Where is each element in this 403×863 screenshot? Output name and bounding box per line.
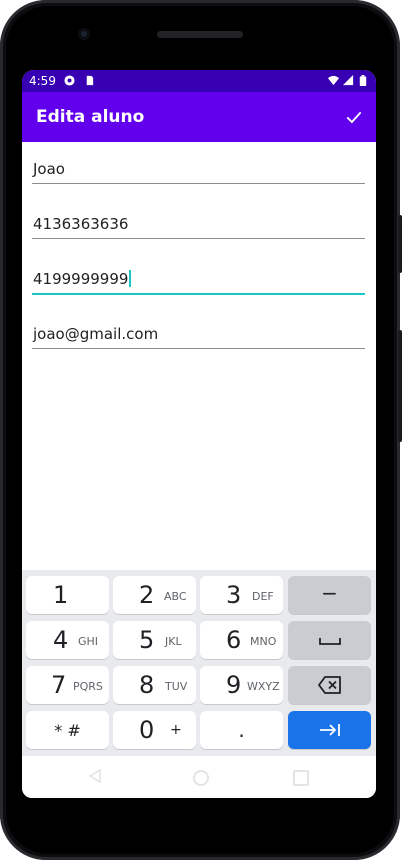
next-arrow-icon <box>320 724 340 736</box>
navigation-bar <box>22 756 376 798</box>
key-letters: ABC <box>164 590 187 603</box>
key-digit: 3 <box>226 581 242 609</box>
key-5[interactable]: 5 JKL <box>113 621 196 659</box>
front-camera <box>78 28 90 40</box>
space-icon <box>319 638 341 645</box>
key-letters: + <box>170 722 182 738</box>
key-letters: JKL <box>165 635 182 648</box>
volume-button <box>398 215 402 273</box>
notification-app-icon <box>64 75 75 86</box>
email-value: joao@gmail.com <box>33 325 159 343</box>
dot-label: . <box>238 718 245 742</box>
key-letters: PQRS <box>73 680 103 693</box>
battery-icon <box>359 75 367 86</box>
key-3[interactable]: 3 DEF <box>200 576 283 614</box>
key-digit: 9 <box>226 671 242 699</box>
key-letters: GHI <box>78 635 99 648</box>
key-digit: 4 <box>53 626 69 654</box>
phone-field[interactable]: 4136363636 <box>32 212 365 239</box>
key-digit: 8 <box>139 671 155 699</box>
minus-symbol: − <box>321 581 338 605</box>
screen: 4:59 Edita aluno Joao 4136363636 4199999… <box>22 70 376 798</box>
key-letters: WXYZ <box>247 680 280 693</box>
key-4[interactable]: 4 GHI <box>26 621 109 659</box>
numeric-keyboard: 1 2 ABC 3 DEF − 4 GHI 5 JKL 6 MNO 7 PQRS… <box>22 570 376 756</box>
star-hash-label: * # <box>54 721 81 740</box>
key-digit: 2 <box>139 581 155 609</box>
earpiece-speaker <box>157 31 243 38</box>
key-6[interactable]: 6 MNO <box>200 621 283 659</box>
key-0[interactable]: 0 + <box>113 711 196 749</box>
status-time: 4:59 <box>29 74 56 88</box>
key-digit: 0 <box>139 716 155 744</box>
key-digit: 7 <box>51 671 67 699</box>
back-icon[interactable] <box>88 769 102 783</box>
cell-value-wrap: 4199999999 <box>33 270 132 288</box>
name-value: Joao <box>33 160 65 178</box>
page-title: Edita aluno <box>36 107 145 127</box>
space-key[interactable] <box>288 621 371 659</box>
next-key[interactable] <box>288 711 371 749</box>
key-letters: MNO <box>250 635 277 648</box>
recents-icon[interactable] <box>293 770 309 786</box>
name-field[interactable]: Joao <box>32 157 365 184</box>
star-hash-key[interactable]: * # <box>26 711 109 749</box>
dot-key[interactable]: . <box>200 711 283 749</box>
text-caret <box>129 270 132 287</box>
key-9[interactable]: 9 WXYZ <box>200 666 283 704</box>
key-digit: 5 <box>139 626 155 654</box>
minus-key[interactable]: − <box>288 576 371 614</box>
backspace-key[interactable] <box>288 666 371 704</box>
wifi-icon <box>328 75 339 86</box>
key-letters: TUV <box>165 680 188 693</box>
key-digit: 1 <box>53 581 69 609</box>
cell-field[interactable]: 4199999999 <box>32 267 365 295</box>
email-field[interactable]: joao@gmail.com <box>32 322 365 349</box>
check-icon[interactable] <box>344 107 364 127</box>
sd-card-icon <box>86 75 94 86</box>
key-2[interactable]: 2 ABC <box>113 576 196 614</box>
key-digit: 6 <box>226 626 242 654</box>
signal-icon <box>343 75 354 86</box>
key-letters: DEF <box>252 590 274 603</box>
power-button <box>398 330 402 442</box>
key-1[interactable]: 1 <box>26 576 109 614</box>
home-icon[interactable] <box>193 770 209 786</box>
phone-value: 4136363636 <box>33 215 129 233</box>
status-bar: 4:59 <box>22 70 376 92</box>
app-bar: Edita aluno <box>22 92 376 142</box>
backspace-icon <box>318 676 341 694</box>
cell-value: 4199999999 <box>33 270 129 288</box>
key-8[interactable]: 8 TUV <box>113 666 196 704</box>
key-7[interactable]: 7 PQRS <box>26 666 109 704</box>
